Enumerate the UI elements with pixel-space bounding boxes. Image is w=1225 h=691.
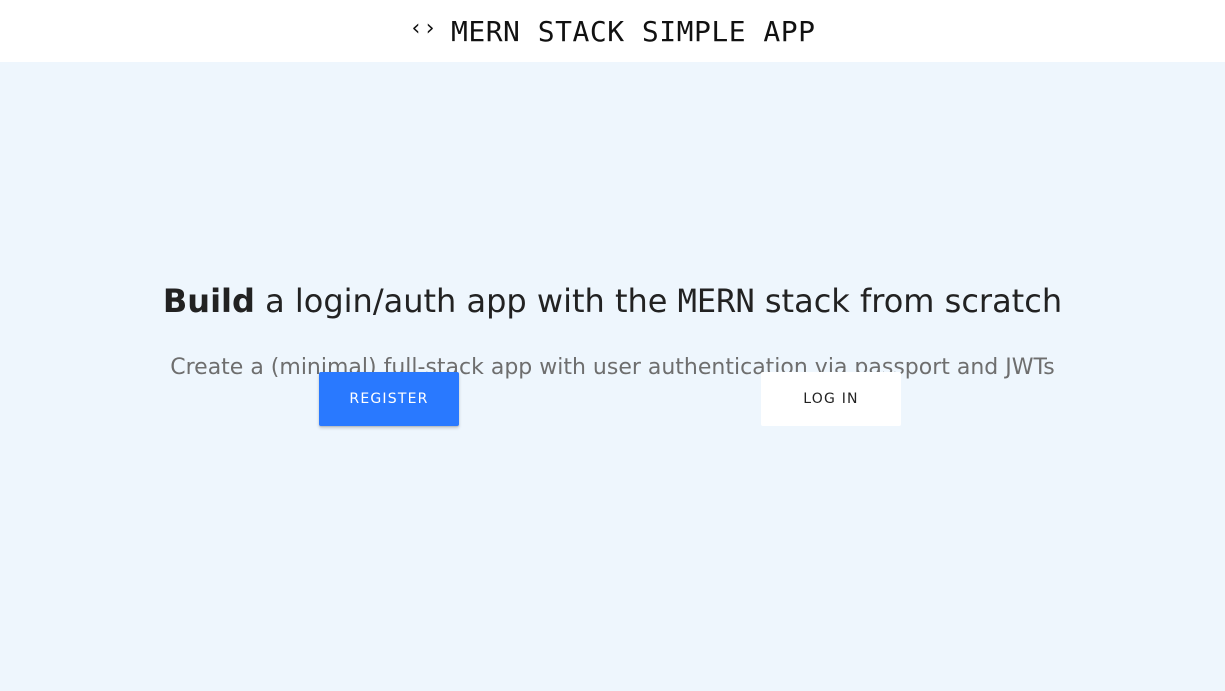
brand-link[interactable]: ‹› MERN STACK SIMPLE APP	[409, 15, 815, 48]
code-icon: ‹›	[409, 16, 437, 41]
navbar: ‹› MERN STACK SIMPLE APP	[0, 0, 1225, 62]
hero-title-mono: MERN	[677, 282, 755, 320]
login-button[interactable]: LOG IN	[761, 372, 901, 426]
register-button[interactable]: REGISTER	[319, 372, 459, 426]
brand-title: MERN STACK SIMPLE APP	[450, 14, 816, 48]
hero-subtitle: Create a (minimal) full-stack app with u…	[170, 355, 1055, 380]
landing-main: Build a login/auth app with the MERN sta…	[0, 62, 1225, 691]
hero-title-part2: stack from scratch	[754, 282, 1063, 320]
hero-title: Build a login/auth app with the MERN sta…	[0, 282, 1225, 320]
hero-title-part1: a login/auth app with the	[254, 282, 678, 320]
hero-title-bold: Build	[162, 282, 255, 320]
